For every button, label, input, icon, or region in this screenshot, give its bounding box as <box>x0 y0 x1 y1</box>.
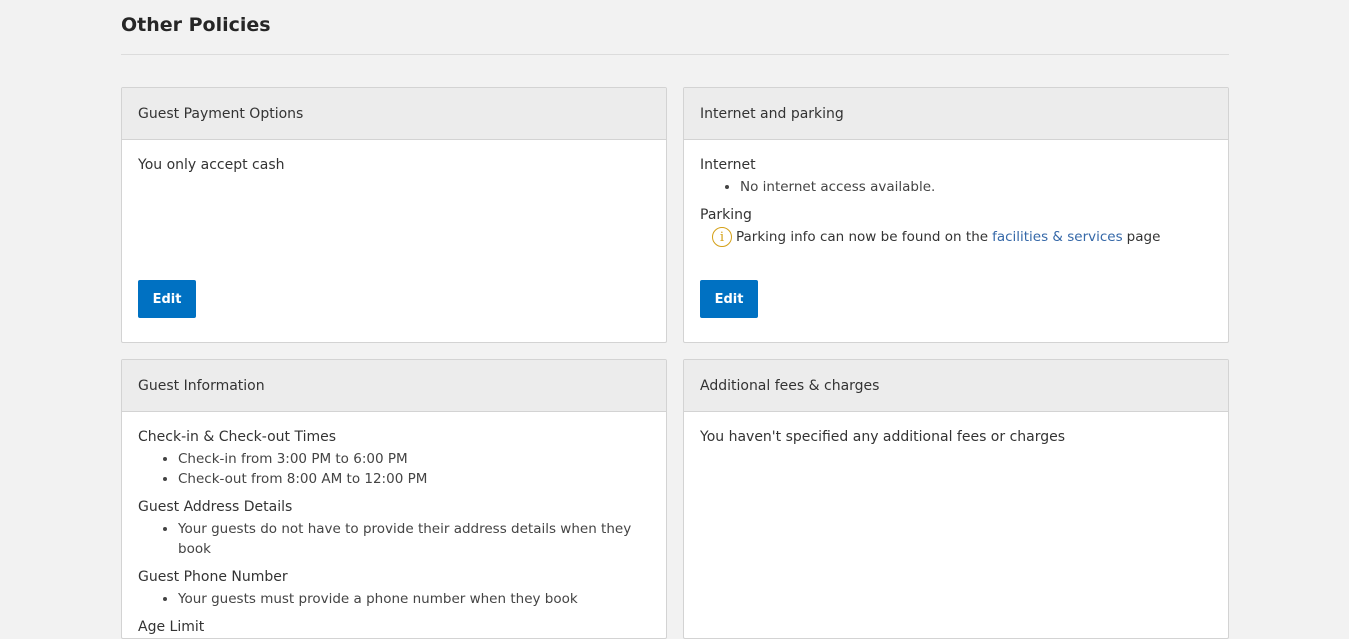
card-header: Guest Information <box>122 360 666 412</box>
checkin-label: Check-in & Check-out Times <box>138 429 337 445</box>
parking-text: Parking info can now be found on the <box>736 229 989 245</box>
list-item: Check-in from 3:00 PM to 6:00 PM <box>178 449 650 469</box>
card-header: Internet and parking <box>684 88 1228 140</box>
address-label: Guest Address Details <box>138 499 293 515</box>
address-list: Your guests do not have to provide their… <box>138 519 650 559</box>
list-item: Your guests must provide a phone number … <box>178 589 650 609</box>
title-divider <box>121 54 1229 55</box>
payment-text: You only accept cash <box>138 157 285 173</box>
info-icon: i <box>712 227 732 247</box>
list-item: No internet access available. <box>740 177 1212 197</box>
card-header: Guest Payment Options <box>122 88 666 140</box>
checkin-list: Check-in from 3:00 PM to 6:00 PM Check-o… <box>138 449 650 489</box>
internet-list: No internet access available. <box>700 177 1212 197</box>
edit-internet-parking-button[interactable]: Edit <box>700 280 758 318</box>
internet-parking-card: Internet and parking Internet No interne… <box>683 87 1229 343</box>
parking-label: Parking <box>700 207 752 223</box>
list-item: Your guests do not have to provide their… <box>178 519 650 559</box>
page-title: Other Policies <box>121 14 271 36</box>
payment-options-card: Guest Payment Options You only accept ca… <box>121 87 667 343</box>
phone-list: Your guests must provide a phone number … <box>138 589 650 609</box>
edit-payment-button[interactable]: Edit <box>138 280 196 318</box>
phone-label: Guest Phone Number <box>138 569 288 585</box>
internet-label: Internet <box>700 157 756 173</box>
list-item: Check-out from 8:00 AM to 12:00 PM <box>178 469 650 489</box>
additional-fees-card: Additional fees & charges You haven't sp… <box>683 359 1229 639</box>
card-header: Additional fees & charges <box>684 360 1228 412</box>
parking-text-after: page <box>1126 229 1161 245</box>
age-label: Age Limit <box>138 619 205 635</box>
guest-information-card: Guest Information Check-in & Check-out T… <box>121 359 667 639</box>
facilities-services-link[interactable]: facilities & services <box>992 229 1123 245</box>
parking-info: i Parking info can now be found on the f… <box>712 227 1212 247</box>
fees-text: You haven't specified any additional fee… <box>700 429 1066 445</box>
